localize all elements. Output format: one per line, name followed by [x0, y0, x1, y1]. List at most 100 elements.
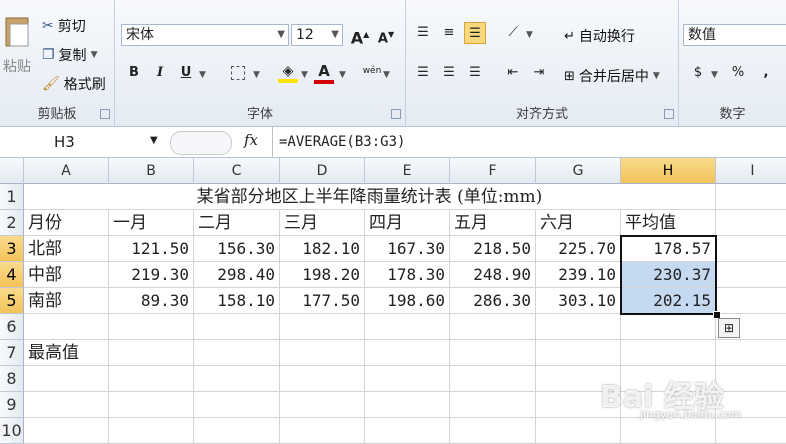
copy-button[interactable]: ❐ 复制 ▼ — [42, 45, 97, 65]
row-header-6[interactable]: 6 — [0, 314, 24, 340]
font-family-select[interactable]: 宋体 ▼ — [121, 24, 289, 46]
region-label[interactable]: 中部 — [24, 262, 109, 288]
fill-color-button[interactable]: ◈ — [277, 60, 299, 83]
chevron-down-icon[interactable]: ▼ — [711, 70, 718, 80]
cell[interactable] — [450, 366, 536, 392]
align-middle-icon[interactable]: ≡ — [438, 22, 460, 44]
percent-button[interactable]: % — [727, 62, 749, 84]
cell[interactable] — [716, 288, 786, 314]
rainfall-value[interactable]: 239.10 — [536, 262, 621, 288]
column-header-c[interactable]: C — [194, 158, 280, 184]
dialog-launcher-icon[interactable] — [664, 109, 674, 119]
cell[interactable] — [621, 418, 716, 444]
rainfall-value[interactable]: 167.30 — [365, 236, 450, 262]
rainfall-value[interactable]: 303.10 — [536, 288, 621, 314]
cell[interactable] — [194, 392, 280, 418]
cell[interactable] — [716, 366, 786, 392]
cell[interactable] — [716, 210, 786, 236]
row-header-2[interactable]: 2 — [0, 210, 24, 236]
increase-indent-icon[interactable]: ⇥ — [528, 62, 550, 84]
dialog-launcher-icon[interactable] — [100, 109, 110, 119]
rainfall-value[interactable]: 198.60 — [365, 288, 450, 314]
grow-font-button[interactable]: A▲ — [349, 24, 371, 47]
cell[interactable] — [280, 314, 365, 340]
row-header-1[interactable]: 1 — [0, 184, 24, 210]
comma-button[interactable]: , — [755, 62, 777, 84]
wrap-text-button[interactable]: ↵ 自动换行 — [564, 26, 635, 46]
cell[interactable] — [24, 418, 109, 444]
auto-fill-options-icon[interactable]: ⊞ — [718, 318, 740, 338]
bold-button[interactable]: B — [123, 62, 145, 84]
max-value-label[interactable]: 最高值 — [24, 340, 109, 366]
cell[interactable] — [450, 340, 536, 366]
cell[interactable] — [621, 340, 716, 366]
cell[interactable] — [280, 418, 365, 444]
column-label[interactable]: 平均值 — [621, 210, 716, 236]
cell[interactable] — [536, 340, 621, 366]
currency-icon[interactable]: $ — [687, 62, 709, 84]
column-label[interactable]: 五月 — [450, 210, 536, 236]
formula-input[interactable]: =AVERAGE(B3:G3) — [272, 127, 786, 157]
cell[interactable] — [109, 392, 194, 418]
region-label[interactable]: 北部 — [24, 236, 109, 262]
cell[interactable] — [536, 418, 621, 444]
column-header-d[interactable]: D — [280, 158, 365, 184]
merge-center-button[interactable]: ⊞ 合并后居中 ▼ — [564, 66, 660, 86]
formula-bar-splitter[interactable] — [170, 131, 232, 155]
cell[interactable] — [450, 418, 536, 444]
rainfall-value[interactable]: 219.30 — [109, 262, 194, 288]
align-top-icon[interactable]: ☰ — [412, 22, 434, 44]
cell[interactable] — [365, 392, 450, 418]
paste-button[interactable]: 粘贴 — [0, 14, 34, 76]
font-size-select[interactable]: 12 ▼ — [291, 24, 343, 46]
column-header-e[interactable]: E — [365, 158, 450, 184]
cell[interactable] — [536, 314, 621, 340]
decrease-indent-icon[interactable]: ⇤ — [502, 62, 524, 84]
cell[interactable] — [716, 262, 786, 288]
dialog-launcher-icon[interactable] — [391, 109, 401, 119]
column-header-h[interactable]: H — [621, 158, 716, 184]
rainfall-value[interactable]: 298.40 — [194, 262, 280, 288]
region-label[interactable]: 南部 — [24, 288, 109, 314]
underline-button[interactable]: U — [175, 62, 197, 84]
align-center-icon[interactable]: ☰ — [438, 62, 460, 84]
cell[interactable] — [280, 392, 365, 418]
cell[interactable] — [194, 418, 280, 444]
cell[interactable] — [194, 366, 280, 392]
column-header-g[interactable]: G — [536, 158, 621, 184]
cell[interactable] — [109, 366, 194, 392]
rainfall-value[interactable]: 177.50 — [280, 288, 365, 314]
align-right-icon[interactable]: ☰ — [464, 62, 486, 84]
cell[interactable] — [621, 314, 716, 340]
cell[interactable] — [716, 418, 786, 444]
chevron-down-icon[interactable]: ▼ — [199, 70, 206, 80]
format-painter-button[interactable]: 🖌 格式刷 — [42, 74, 106, 94]
name-box[interactable]: H3 — [4, 131, 164, 153]
column-label[interactable]: 一月 — [109, 210, 194, 236]
phonetic-button[interactable]: wén — [361, 60, 383, 82]
cell[interactable] — [716, 184, 786, 210]
chevron-down-icon[interactable]: ▼ — [383, 70, 390, 80]
cell[interactable] — [280, 366, 365, 392]
row-header-3[interactable]: 3 — [0, 236, 24, 262]
chevron-down-icon[interactable]: ▼ — [150, 135, 158, 146]
cell[interactable] — [450, 314, 536, 340]
chevron-down-icon[interactable]: ▼ — [301, 70, 308, 80]
column-header-f[interactable]: F — [450, 158, 536, 184]
cell[interactable] — [109, 418, 194, 444]
rainfall-value[interactable]: 218.50 — [450, 236, 536, 262]
rainfall-value[interactable]: 89.30 — [109, 288, 194, 314]
cell[interactable] — [109, 314, 194, 340]
column-header-b[interactable]: B — [109, 158, 194, 184]
column-header-i[interactable]: I — [716, 158, 786, 184]
cell[interactable] — [365, 366, 450, 392]
column-label[interactable]: 二月 — [194, 210, 280, 236]
average-value[interactable]: 178.57 — [621, 236, 716, 262]
rainfall-value[interactable]: 121.50 — [109, 236, 194, 262]
cell[interactable] — [24, 366, 109, 392]
column-label[interactable]: 六月 — [536, 210, 621, 236]
row-header-10[interactable]: 10 — [0, 418, 24, 444]
cell[interactable] — [365, 418, 450, 444]
row-header-5[interactable]: 5 — [0, 288, 24, 314]
cell[interactable] — [24, 392, 109, 418]
